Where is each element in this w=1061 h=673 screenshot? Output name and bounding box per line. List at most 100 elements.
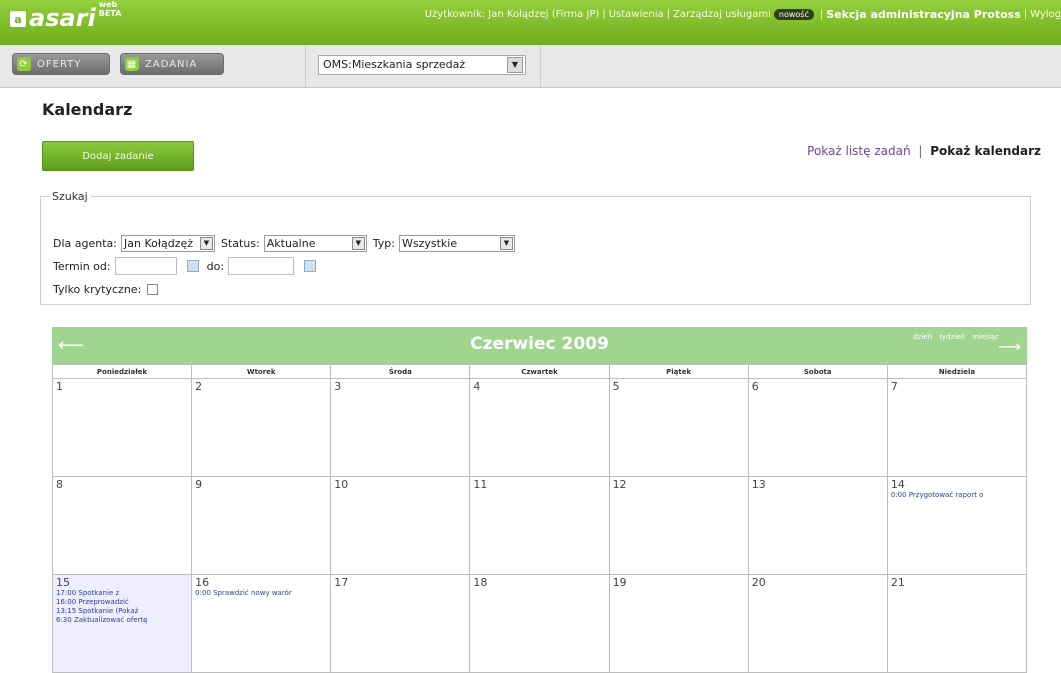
calendar-day-cell[interactable]: 12 [608,476,749,575]
weekday-header: Sobota [747,364,888,379]
critical-only-label: Tylko krytyczne: [53,283,142,296]
date-row: Termin od: do: [53,257,324,275]
top-header-bar: a asari web BETA Użytkownik: Jan Kołądze… [0,0,1061,45]
settings-link[interactable]: Ustawienia [609,9,664,20]
calendar-view-links: dzień tydzień miesiąc [908,333,999,341]
status-select[interactable]: Aktualne ▼ [263,235,367,252]
calendar-day-cell[interactable]: 13 [747,476,888,575]
toolbar-divider [540,45,541,87]
status-label: Status: [221,237,260,250]
type-select[interactable]: Wszystkie ▼ [398,235,515,252]
manage-services-link[interactable]: Zarządzaj usługami [673,9,771,20]
separator: | [918,144,923,158]
calendar-event-link[interactable]: 0:00 Sprawdzić nowy warór [195,589,327,598]
database-select-value: OMS:Mieszkania sprzedaż [323,58,466,71]
offers-button[interactable]: ⟳ OFERTY [12,53,110,75]
show-task-list-link[interactable]: Pokaż listę zadań [807,144,910,158]
logo-superscript: web BETA [99,0,122,18]
chevron-down-icon[interactable]: ▼ [351,237,365,250]
calendar-day-cell[interactable]: 3 [330,378,471,477]
logo-mark-icon: a [10,11,26,27]
calendar-event-link[interactable]: 0:00 Przygotować raport o [891,491,1023,500]
view-month-link[interactable]: miesiąc [972,333,999,341]
day-number: 6 [751,380,759,393]
user-label[interactable]: Użytkownik: Jan Kołądzej (Firma JP) [425,9,600,20]
calendar-icon[interactable] [186,260,199,272]
weekday-header: Piątek [608,364,749,379]
calendar-icon[interactable] [304,260,317,272]
chevron-down-icon[interactable]: ▼ [499,237,513,250]
day-number: 12 [612,478,627,491]
day-number: 5 [612,380,620,393]
separator: | [1023,9,1028,20]
calendar-event-link[interactable]: 17:00 Spotkanie z [56,589,188,598]
calendar-day-cell[interactable]: 2 [191,378,332,477]
term-to-input[interactable] [228,257,295,275]
calendar-day-cell[interactable]: 6 [747,378,888,477]
weekday-header: Niedziela [886,364,1028,379]
database-select[interactable]: OMS:Mieszkania sprzedaż ▼ [318,55,526,75]
calendar-event-link[interactable]: 16:00 Przeprowadzić [56,598,188,607]
calendar-day-cell[interactable]: 20 [747,574,888,673]
type-label: Typ: [372,237,395,250]
calendar-day-cell[interactable]: 15 17:00 Spotkanie z 16:00 Przeprowadzić 13… [51,574,193,673]
calendar-day-cell[interactable]: 4 [469,378,610,477]
calendar-month-title: Czerwiec 2009 [470,334,609,354]
calendar-day-cell[interactable]: 19 [608,574,749,673]
calendar-day-cell[interactable]: 14 0:00 Przygotować raport o [886,476,1028,575]
calendar-day-cell[interactable]: 5 [608,378,749,477]
chevron-down-icon[interactable]: ▼ [507,57,523,73]
next-month-arrow-icon[interactable]: ⟶ [998,337,1021,356]
search-legend: Szukaj [52,190,88,203]
module-toolbar: ⟳ OFERTY ▦ ZADANIA OMS:Mieszkania sprzed… [0,45,1061,88]
day-number: 1 [56,380,63,393]
calendar-day-cell[interactable]: 21 [886,574,1028,673]
calendar-day-cell[interactable]: 16 0:00 Sprawdzić nowy warór [191,574,332,673]
weekday-header: Wtorek [191,364,332,379]
calendar-day-cell[interactable]: 7 [886,378,1028,477]
calendar-day-cell[interactable]: 8 [51,476,193,575]
day-number: 16 [195,576,210,589]
day-number: 11 [473,478,488,491]
day-number: 14 [890,478,905,491]
calendar-event-link[interactable]: 13:15 Spotkanie (Pokaż [56,607,188,616]
asari-logo[interactable]: a asari web BETA [10,0,121,30]
filter-row: Dla agenta: Jan Kołądzęż ▼ Status: Aktua… [53,235,521,252]
calendar-header: ⟵ Czerwiec 2009 dzień tydzień miesiąc ⟶ [52,327,1027,364]
offers-label: OFERTY [37,58,82,70]
tasks-button[interactable]: ▦ ZADANIA [120,53,224,75]
day-number: 18 [473,576,488,589]
separator: | [666,9,670,20]
day-number: 3 [334,380,342,393]
show-calendar-link[interactable]: Pokaż kalendarz [930,144,1041,158]
weekday-header: Czwartek [469,364,610,379]
view-day-link[interactable]: dzień [913,333,932,341]
agent-select[interactable]: Jan Kołądzęż ▼ [121,235,215,252]
admin-section-link[interactable]: Sekcja administracyjna Protoss [826,8,1021,21]
day-number: 15 [56,576,70,589]
weekday-header-row: Poniedziałek Wtorek Środa Czwartek Piąte… [51,364,1028,379]
user-menu: Użytkownik: Jan Kołądzej (Firma JP) | Us… [425,8,1061,21]
chevron-down-icon[interactable]: ▼ [200,237,213,250]
critical-only-checkbox[interactable] [147,284,159,295]
view-switch-links: Pokaż listę zadań | Pokaż kalendarz [807,144,1041,158]
term-from-label: Termin od: [53,259,111,273]
calendar-day-cell[interactable]: 18 [469,574,610,673]
toolbar-divider [305,45,306,87]
logout-link[interactable]: Wylog [1030,9,1061,20]
calendar-day-cell[interactable]: 9 [191,476,332,575]
add-task-button[interactable]: Dodaj zadanie [42,141,194,171]
day-number: 10 [334,478,349,491]
calendar-day-cell[interactable]: 1 [51,378,193,477]
logo-beta: BETA [98,9,122,18]
day-number: 13 [751,478,766,491]
calendar-day-cell[interactable]: 11 [469,476,610,575]
day-number: 9 [195,478,203,491]
calendar-day-cell[interactable]: 10 [330,476,471,575]
calendar-day-cell[interactable]: 17 [330,574,471,673]
term-from-input[interactable] [114,257,177,275]
calendar-event-link[interactable]: 6:30 Zaktualizować ofertę [56,616,188,625]
day-number: 20 [751,576,766,589]
view-week-link[interactable]: tydzień [939,333,965,341]
page-title: Kalendarz [42,100,133,119]
